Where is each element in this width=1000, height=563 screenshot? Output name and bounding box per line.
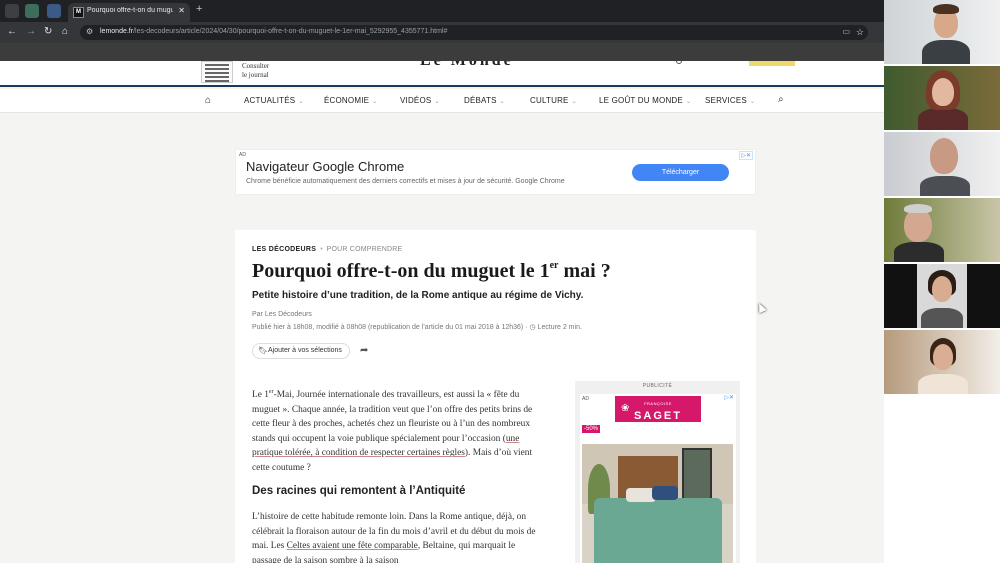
ad-label: AD xyxy=(582,396,589,402)
article-title: Pourquoi offre-t-on du muguet le 1er mai… xyxy=(252,260,611,282)
search-icon[interactable]: ⌕ xyxy=(778,94,784,105)
participant-video[interactable] xyxy=(884,264,1000,328)
newspaper-thumbnail[interactable] xyxy=(201,61,233,83)
byline[interactable]: Par Les Décodeurs xyxy=(252,311,312,318)
clock-icon: ◷ xyxy=(529,324,536,331)
home-icon[interactable]: ⌂ xyxy=(205,95,211,106)
download-button[interactable]: Télécharger xyxy=(632,164,729,181)
address-bar-row: ← → ↻ ⌂ ⚙ lemonde.fr/les-decodeurs/artic… xyxy=(0,22,884,43)
add-to-selections-button[interactable]: 🔖︎ Ajouter à vos sélections xyxy=(252,343,350,359)
browser-tab-bar: M Pourquoi offre-t-on du muguet ✕ + xyxy=(0,0,884,22)
read-time: Lecture 2 min. xyxy=(537,324,582,331)
flower-logo-icon: ❀ xyxy=(621,403,630,414)
article-paragraph: L’histoire de cette habitude remonte loi… xyxy=(252,512,536,563)
site-settings-icon[interactable]: ⚙ xyxy=(86,27,93,36)
participant-video[interactable] xyxy=(884,132,1000,196)
nav-item-actualites[interactable]: ACTUALITÉS ⌄ xyxy=(244,96,304,105)
nav-item-services[interactable]: SERVICES ⌄ xyxy=(705,96,755,105)
back-icon[interactable]: ← xyxy=(7,26,17,37)
ad-section-label: PUBLICITÉ xyxy=(642,383,673,389)
mouse-cursor xyxy=(755,301,767,314)
close-tab-icon[interactable]: ✕ xyxy=(178,6,185,15)
forward-icon[interactable]: → xyxy=(26,26,36,37)
nav-item-culture[interactable]: CULTURE ⌄ xyxy=(530,96,577,105)
bookmark-star-icon[interactable]: ☆ xyxy=(856,27,864,38)
reload-icon[interactable]: ↻ xyxy=(44,26,52,37)
section-link[interactable]: LES DÉCODEURS xyxy=(252,246,316,253)
chevron-down-icon: ⌄ xyxy=(749,99,756,105)
participant-video[interactable] xyxy=(884,198,1000,262)
main-navigation: ⌂ ACTUALITÉS ⌄ ÉCONOMIE ⌄ VIDÉOS ⌄ DÉBATS ⌄ … xyxy=(0,89,884,113)
nav-item-debats[interactable]: DÉBATS ⌄ xyxy=(464,96,505,105)
site-header: Consulterle journal Le Monde xyxy=(0,61,884,87)
article-paragraph: Le 1er-Mai, Journée internationale des t… xyxy=(252,389,533,473)
tab-title: Pourquoi offre-t-on du muguet xyxy=(87,7,173,14)
participant-video[interactable] xyxy=(884,330,1000,394)
site-logo[interactable]: Le Monde xyxy=(420,61,514,70)
bookmarks-bar xyxy=(0,43,884,61)
home-icon[interactable]: ⌂ xyxy=(62,26,68,37)
article-subtitle: Petite histoire d’une tradition, de la R… xyxy=(252,290,584,301)
ad-label: AD xyxy=(239,152,246,158)
install-app-icon[interactable]: ▭ xyxy=(842,27,850,36)
subsection-label: POUR COMPRENDRE xyxy=(326,246,403,253)
nav-item-videos[interactable]: VIDÉOS ⌄ xyxy=(400,96,440,105)
ad-banner-chrome[interactable]: AD ▷✕ Navigateur Google Chrome Chrome bé… xyxy=(235,149,756,195)
discount-badge: -50% xyxy=(582,425,601,433)
tab-search-icon[interactable] xyxy=(5,4,19,18)
ad-headline: Navigateur Google Chrome xyxy=(246,159,405,174)
chevron-down-icon: ⌄ xyxy=(685,99,692,105)
share-icon[interactable]: ➦ xyxy=(360,345,368,356)
ad-choices-icon[interactable]: ▷✕ xyxy=(739,151,753,160)
tab-active[interactable]: M Pourquoi offre-t-on du muguet ✕ xyxy=(68,3,190,22)
video-call-panel xyxy=(884,0,1000,563)
chevron-down-icon: ⌄ xyxy=(434,99,440,105)
participant-video[interactable] xyxy=(884,0,1000,64)
bed-product-image xyxy=(582,444,733,563)
brand-logo: ❀ FRANÇOISE SAGET xyxy=(615,396,701,422)
side-ad-creative[interactable]: AD ▷✕ ❀ FRANÇOISE SAGET -50% xyxy=(580,394,736,563)
subscribe-button[interactable] xyxy=(749,61,795,66)
lemonde-favicon-icon: M xyxy=(73,7,84,18)
chevron-down-icon: ⌄ xyxy=(298,99,304,105)
publication-dates: Publié hier à 18h08, modifié à 08h08 (re… xyxy=(252,324,582,331)
ad-choices-icon[interactable]: ▷✕ xyxy=(724,394,734,401)
inline-link[interactable]: Celtes avaient une fête comparable xyxy=(287,541,418,551)
chevron-down-icon: ⌄ xyxy=(499,99,505,105)
new-tab-icon[interactable]: + xyxy=(196,3,202,15)
ad-description: Chrome bénéficie automatiquement des der… xyxy=(246,178,565,185)
url-text: lemonde.fr/les-decodeurs/article/2024/04… xyxy=(100,28,448,35)
user-account-icon[interactable] xyxy=(676,61,682,64)
bookmark-icon: 🔖︎ xyxy=(258,346,269,355)
chevron-down-icon: ⌄ xyxy=(372,99,378,105)
section-heading: Des racines qui remontent à l’Antiquité xyxy=(252,485,466,497)
nav-item-gout-du-monde[interactable]: LE GOÛT DU MONDE ⌄ xyxy=(599,96,691,105)
article-kicker: LES DÉCODEURS • POUR COMPRENDRE xyxy=(252,246,403,253)
url-field[interactable]: ⚙ lemonde.fr/les-decodeurs/article/2024/… xyxy=(80,25,868,40)
pinned-tab-icon[interactable] xyxy=(47,4,61,18)
nav-item-economie[interactable]: ÉCONOMIE ⌄ xyxy=(324,96,377,105)
pinned-tab-icon[interactable] xyxy=(25,4,39,18)
side-ad[interactable]: PUBLICITÉ AD ▷✕ ❀ FRANÇOISE SAGET -50% xyxy=(575,381,740,563)
participant-video[interactable] xyxy=(884,66,1000,130)
chevron-down-icon: ⌄ xyxy=(571,99,577,105)
consult-journal-link[interactable]: Consulter le journal xyxy=(242,62,269,80)
